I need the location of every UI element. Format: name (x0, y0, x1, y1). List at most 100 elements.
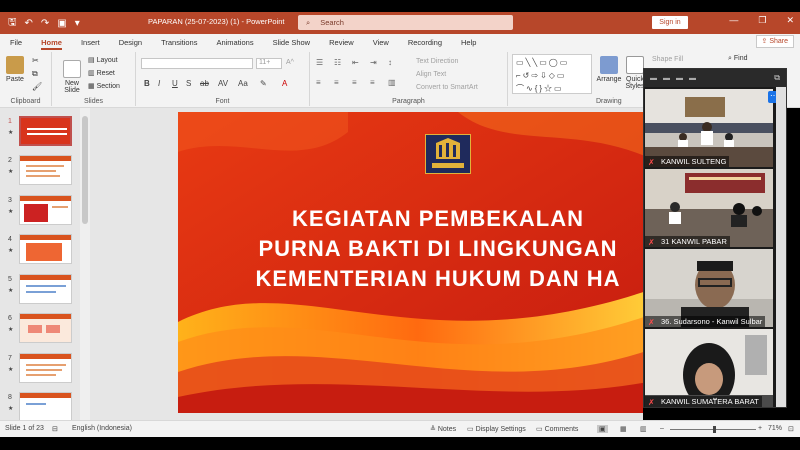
new-slide-button[interactable]: New Slide (60, 60, 84, 94)
thumbnails-scrollbar[interactable] (80, 108, 90, 420)
align-text-button[interactable]: Align Text (416, 71, 446, 78)
highlight-icon[interactable]: ✎ (260, 79, 267, 88)
display-settings-button[interactable]: ▭ Display Settings (467, 425, 526, 433)
zoom-slider-handle[interactable] (713, 426, 716, 433)
shapes-gallery[interactable]: ▭╲╲▭◯▭ ⌐↺⇨⇩◇▭ ⌒∿{}☆▭ (512, 54, 592, 94)
align-left-icon[interactable]: ≡ (316, 78, 321, 87)
tab-file[interactable]: File (10, 38, 22, 47)
video-panel-header: ▬▬▬▬ ⧉ (644, 69, 786, 87)
justify-icon[interactable]: ≡ (370, 78, 375, 87)
slide-canvas: KEGIATAN PEMBEKALAN PURNA BAKTI DI LINGK… (90, 108, 643, 420)
comments-button[interactable]: ▭ Comments (536, 425, 578, 433)
slides-label: Slides (83, 98, 104, 105)
tab-recording[interactable]: Recording (408, 38, 442, 47)
paste-button[interactable]: Paste (6, 56, 24, 83)
slide-thumbnail[interactable]: 8 ★ (4, 392, 76, 420)
video-tile[interactable]: ✗ 36. Sudarsono - Kanwil Sulbar (645, 249, 773, 327)
slide-thumbnail[interactable]: 7 ★ (4, 353, 76, 385)
tab-review[interactable]: Review (329, 38, 354, 47)
section-button[interactable]: ▦ Section (88, 82, 120, 90)
tab-home[interactable]: Home (41, 38, 62, 50)
reset-button[interactable]: ▥ Reset (88, 69, 115, 77)
share-button[interactable]: ⇪ Share (755, 35, 794, 48)
zoom-in-button[interactable]: + (758, 425, 762, 432)
slide-thumbnail[interactable]: 4 ★ (4, 234, 76, 266)
bold-icon[interactable]: B (144, 79, 150, 88)
line-spacing-icon[interactable]: ↕ (388, 58, 392, 67)
sign-in-button[interactable]: Sign in (652, 16, 688, 29)
fit-slide-icon[interactable]: ⊡ (788, 425, 794, 433)
slide-thumbnail[interactable]: 6 ★ (4, 313, 76, 345)
font-family-box[interactable] (141, 58, 253, 69)
paste-label: Paste (6, 76, 24, 83)
notes-button[interactable]: ≜ Notes (430, 425, 456, 433)
restore-button[interactable]: ❐ (758, 15, 766, 26)
zoom-out-button[interactable]: – (660, 425, 664, 432)
layout-button[interactable]: ▤ Layout (88, 56, 118, 64)
format-painter-icon[interactable]: 🖌 (32, 82, 42, 91)
redo-icon[interactable]: ↷ (41, 18, 49, 29)
shape-fill-button[interactable]: Shape Fill (652, 56, 683, 63)
normal-view-icon[interactable]: ▣ (597, 425, 608, 433)
popout-icon[interactable]: ⧉ (774, 73, 780, 83)
smartart-button[interactable]: Convert to SmartArt (416, 84, 478, 91)
tab-help[interactable]: Help (461, 38, 476, 47)
tab-slide-show[interactable]: Slide Show (273, 38, 311, 47)
slide-thumbnail[interactable]: 3 ★ (4, 195, 76, 227)
cut-icon[interactable]: ✂ (32, 56, 39, 65)
find-button[interactable]: ⌕ Find (728, 55, 748, 63)
change-case-icon[interactable]: Aa (238, 79, 248, 88)
char-spacing-icon[interactable]: AV (218, 79, 228, 88)
customize-qat-icon[interactable]: ▾ (75, 18, 80, 29)
decrease-indent-icon[interactable]: ⇤ (352, 58, 359, 67)
transition-star-icon: ★ (8, 288, 14, 294)
text-direction-button[interactable]: Text Direction (416, 58, 458, 65)
align-center-icon[interactable]: ≡ (334, 78, 339, 87)
undo-icon[interactable]: ↶ (25, 18, 33, 29)
font-color-icon[interactable]: A (282, 79, 287, 88)
shadow-icon[interactable]: S (186, 79, 191, 88)
strikethrough-icon[interactable]: ab (200, 79, 209, 88)
chevron-down-icon[interactable]: ⌄ (644, 392, 786, 403)
language-indicator[interactable]: English (Indonesia) (72, 425, 132, 432)
present-icon[interactable]: ▣ (57, 18, 66, 29)
document-title: PAPARAN (25-07-2023) (1) - PowerPoint (148, 17, 285, 26)
tab-animations[interactable]: Animations (216, 38, 253, 47)
video-tile[interactable]: ✗ KANWIL SULTENG (645, 89, 773, 167)
scrollbar-thumb[interactable] (82, 116, 88, 224)
align-right-icon[interactable]: ≡ (352, 78, 357, 87)
arrange-button[interactable]: Arrange (596, 56, 622, 83)
columns-icon[interactable]: ▥ (388, 78, 396, 87)
bullets-icon[interactable]: ☰ (316, 58, 323, 67)
close-button[interactable]: ✕ (786, 15, 794, 26)
video-tile[interactable]: ✗ 31 KANWIL PABAR (645, 169, 773, 247)
minimize-button[interactable]: — (729, 15, 738, 26)
slide-thumbnail[interactable]: 2 ★ (4, 155, 76, 187)
transition-star-icon: ★ (8, 209, 14, 215)
underline-icon[interactable]: U (172, 79, 178, 88)
search-box[interactable]: ⌕ Search (298, 15, 513, 30)
slide-sorter-icon[interactable]: ▦ (620, 425, 627, 433)
thumbnail-number: 8 (8, 394, 12, 401)
current-slide[interactable]: KEGIATAN PEMBEKALAN PURNA BAKTI DI LINGK… (178, 112, 643, 413)
spellcheck-icon[interactable]: ⊟ (52, 425, 58, 433)
video-panel-scrollbar[interactable] (776, 87, 786, 407)
save-icon[interactable]: 🖫 (8, 15, 17, 32)
slide-thumbnail[interactable]: 5 ★ (4, 274, 76, 306)
section-label: Section (96, 83, 120, 90)
numbering-icon[interactable]: ☷ (334, 58, 341, 67)
slide-thumbnail[interactable]: 1 ★ (4, 116, 76, 148)
reading-view-icon[interactable]: ▥ (640, 425, 647, 433)
tab-design[interactable]: Design (119, 38, 142, 47)
copy-icon[interactable]: ⧉ (32, 69, 38, 79)
arrange-label: Arrange (596, 76, 622, 83)
grow-font-icon[interactable]: A^ (286, 59, 294, 66)
italic-icon[interactable]: I (158, 79, 160, 88)
tab-transitions[interactable]: Transitions (161, 38, 197, 47)
tab-insert[interactable]: Insert (81, 38, 100, 47)
increase-indent-icon[interactable]: ⇥ (370, 58, 377, 67)
font-size-box[interactable]: 11+ (256, 58, 282, 69)
zoom-level[interactable]: 71% (768, 425, 782, 432)
panel-controls-icon[interactable]: ▬▬▬▬ (650, 75, 700, 82)
tab-view[interactable]: View (373, 38, 389, 47)
